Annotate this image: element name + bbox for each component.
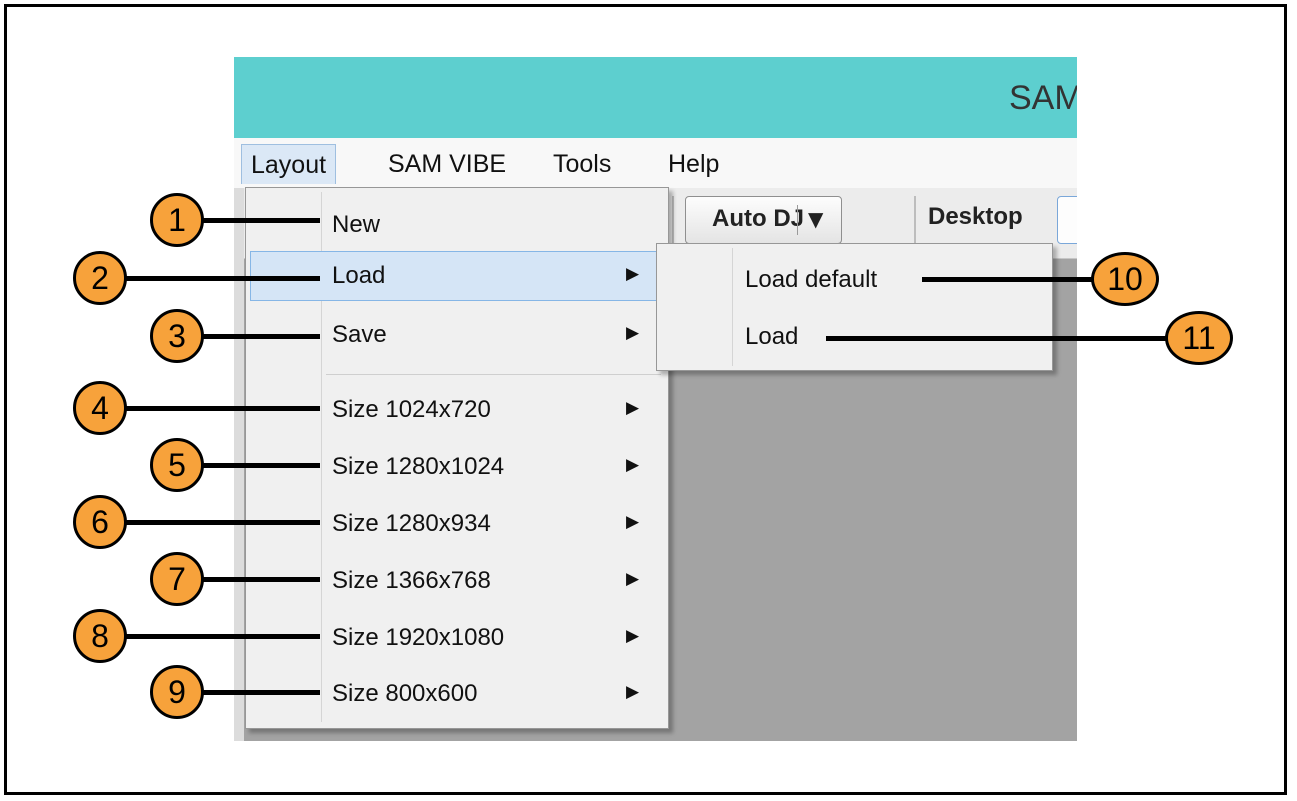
menu-layout[interactable]: Layout [241,144,337,184]
callout-leader-line [125,406,320,411]
submenu-arrow-icon: ▶ [626,398,640,418]
callout-leader-line [200,577,320,582]
callout-10: 10 [1091,252,1159,306]
menu-item-label: Save [332,321,387,348]
submenu-arrow-icon: ▶ [626,682,640,702]
submenu-arrow-icon: ▶ [626,323,640,343]
callout-8: 8 [73,609,127,663]
menu-item-label: Load [745,323,799,350]
menu-bar: Layout SAM VIBE Tools Help [234,138,1077,188]
desktop-label: Desktop [928,203,1023,230]
menu-item-label: Size 1366x768 [332,567,491,594]
chevron-down-icon[interactable]: ▼ [808,207,823,231]
menu-item-new[interactable]: New [250,200,664,250]
submenu-arrow-icon: ▶ [626,264,640,284]
desktop-select[interactable] [1057,196,1077,244]
auto-dj-button[interactable]: Auto DJ ▼ [685,196,842,244]
callout-leader-line [125,634,320,639]
menu-item-label: Size 1024x720 [332,396,491,423]
menu-item-label: Size 1920x1080 [332,624,505,651]
menu-item-label: Size 1280x1024 [332,453,505,480]
menu-tools[interactable]: Tools [544,144,620,184]
callout-11: 11 [1165,311,1233,365]
callout-6: 6 [73,495,127,549]
menu-item-label: Load default [745,266,878,293]
toolbar-separator [914,196,916,248]
submenu-arrow-icon: ▶ [626,512,640,532]
callout-leader-line [922,277,1097,282]
window-title: SAM [1009,79,1077,117]
callout-leader-line [200,463,320,468]
layout-dropdown-menu: New Load ▶ Save ▶ Size 1024x720 ▶ Size 1… [245,187,669,729]
callout-leader-line [200,218,320,223]
callout-2: 2 [73,251,127,305]
callout-leader-line [125,276,320,281]
menu-separator [326,374,661,375]
toolbar-separator [672,196,674,248]
auto-dj-label: Auto DJ [712,205,804,232]
submenu-arrow-icon: ▶ [626,455,640,475]
menu-item-label: Size 800x600 [332,680,478,707]
callout-leader-line [200,334,320,339]
title-bar: SAM [234,57,1077,138]
submenu-arrow-icon: ▶ [626,626,640,646]
menu-help[interactable]: Help [659,144,728,184]
callout-5: 5 [150,438,204,492]
split-divider [797,205,798,235]
submenu-arrow-icon: ▶ [626,569,640,589]
menu-sam-vibe[interactable]: SAM VIBE [379,144,515,184]
menu-item-label: Load [332,262,386,289]
callout-9: 9 [150,665,204,719]
load-submenu: Load default Load [656,243,1053,371]
callout-leader-line [125,520,320,525]
callout-1: 1 [150,193,204,247]
callout-3: 3 [150,309,204,363]
callout-leader-line [200,690,320,695]
callout-leader-line [826,336,1166,341]
callout-4: 4 [73,381,127,435]
menu-item-label: New [332,211,381,238]
callout-7: 7 [150,552,204,606]
menu-item-label: Size 1280x934 [332,510,491,537]
